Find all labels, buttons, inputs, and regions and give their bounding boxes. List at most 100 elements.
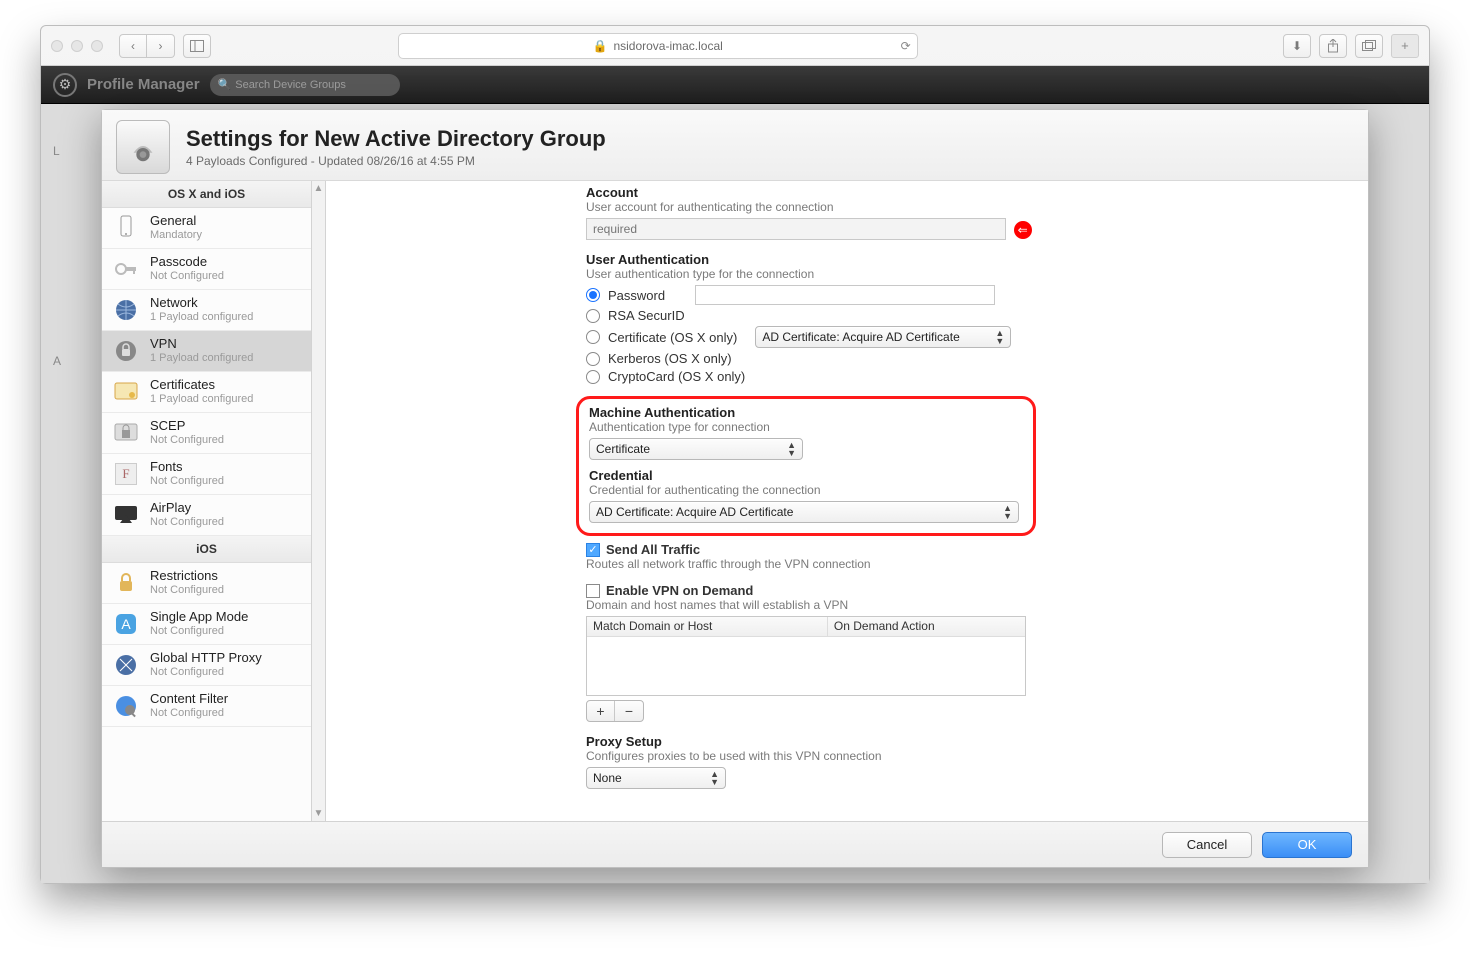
section-desc: User account for authenticating the conn… xyxy=(586,200,1344,214)
svg-text:A: A xyxy=(121,616,131,632)
remove-row-button[interactable]: − xyxy=(615,701,643,721)
sidebar-item-airplay[interactable]: AirPlayNot Configured xyxy=(102,495,311,536)
checkbox-label: Enable VPN on Demand xyxy=(606,583,753,598)
select-arrows-icon: ▲▼ xyxy=(787,441,796,457)
sidebar-item-restrictions[interactable]: RestrictionsNot Configured xyxy=(102,563,311,604)
add-row-button[interactable]: + xyxy=(587,701,615,721)
radio-icon xyxy=(586,288,600,302)
modal-body: OS X and iOS GeneralMandatory PasscodeNo… xyxy=(102,181,1368,821)
back-button[interactable]: ‹ xyxy=(119,34,147,58)
col-domain: Match Domain or Host xyxy=(587,617,828,636)
select-arrows-icon: ▲▼ xyxy=(995,329,1004,345)
credential-select[interactable]: AD Certificate: Acquire AD Certificate ▲… xyxy=(589,501,1019,523)
payload-group-osx-ios: OS X and iOS xyxy=(102,181,311,208)
payload-title: Restrictions xyxy=(150,569,224,583)
payload-status: Not Configured xyxy=(150,666,262,679)
payload-status: 1 Payload configured xyxy=(150,311,253,324)
nav-group: ‹ › xyxy=(119,34,175,58)
address-bar[interactable]: 🔒 nsidorova-imac.local ⟳ xyxy=(398,33,918,59)
proxy-select[interactable]: None ▲▼ xyxy=(586,767,726,789)
payload-status: Not Configured xyxy=(150,707,228,720)
forward-button[interactable]: › xyxy=(147,34,175,58)
checkbox-icon xyxy=(586,584,600,598)
checkbox-label: Send All Traffic xyxy=(606,542,700,557)
section-desc: Routes all network traffic through the V… xyxy=(586,557,1344,571)
section-title: Machine Authentication xyxy=(589,405,1023,420)
radio-icon xyxy=(586,330,600,344)
vpn-on-demand-checkbox-row[interactable]: Enable VPN on Demand xyxy=(586,583,1344,598)
credential-section: Credential Credential for authenticating… xyxy=(589,468,1023,523)
ok-button[interactable]: OK xyxy=(1262,832,1352,858)
payload-status: Not Configured xyxy=(150,625,248,638)
downloads-button[interactable]: ⬇ xyxy=(1283,34,1311,58)
payload-title: General xyxy=(150,214,202,228)
search-icon: 🔍 xyxy=(218,78,232,91)
share-button[interactable] xyxy=(1319,34,1347,58)
payload-status: 1 Payload configured xyxy=(150,393,253,406)
proxy-setup-section: Proxy Setup Configures proxies to be use… xyxy=(586,734,1344,789)
radio-label: CryptoCard (OS X only) xyxy=(608,369,745,384)
radio-password[interactable]: Password xyxy=(586,285,1344,305)
vpn-on-demand-section: Enable VPN on Demand Domain and host nam… xyxy=(586,583,1344,722)
machine-auth-select[interactable]: Certificate ▲▼ xyxy=(589,438,803,460)
cancel-button[interactable]: Cancel xyxy=(1162,832,1252,858)
app-logo-icon: ⚙ xyxy=(53,73,77,97)
tabs-button[interactable] xyxy=(1355,34,1383,58)
new-tab-button[interactable]: + xyxy=(1391,34,1419,58)
reload-icon[interactable]: ⟳ xyxy=(901,39,911,53)
sidebar-item-global-http-proxy[interactable]: Global HTTP ProxyNot Configured xyxy=(102,645,311,686)
sidebar-item-scep[interactable]: SCEPNot Configured xyxy=(102,413,311,454)
radio-kerberos[interactable]: Kerberos (OS X only) xyxy=(586,351,1344,366)
payload-title: Certificates xyxy=(150,378,253,392)
highlighted-machine-auth-group: Machine Authentication Authentication ty… xyxy=(576,396,1036,536)
sidebar-item-network[interactable]: Network1 Payload configured xyxy=(102,290,311,331)
fonts-icon: F xyxy=(112,460,140,488)
on-demand-table[interactable]: Match Domain or Host On Demand Action xyxy=(586,616,1026,696)
tabs-icon xyxy=(1362,40,1376,52)
radio-rsa[interactable]: RSA SecurID xyxy=(586,308,1344,323)
sidebar-toggle-button[interactable] xyxy=(183,34,211,58)
sidebar-item-passcode[interactable]: PasscodeNot Configured xyxy=(102,249,311,290)
send-all-traffic-checkbox-row[interactable]: ✓ Send All Traffic xyxy=(586,542,1344,557)
password-input[interactable] xyxy=(695,285,995,305)
safari-window: ‹ › 🔒 nsidorova-imac.local ⟳ ⬇ + ⚙ Profi… xyxy=(40,25,1430,884)
account-input[interactable] xyxy=(586,218,1006,240)
http-proxy-icon xyxy=(112,651,140,679)
radio-icon xyxy=(586,309,600,323)
search-input[interactable]: 🔍 Search Device Groups xyxy=(210,74,400,96)
sidebar-scroller[interactable]: ▲ ▼ xyxy=(312,181,326,821)
minimize-window-button[interactable] xyxy=(71,40,83,52)
vpn-icon xyxy=(112,337,140,365)
section-desc: Configures proxies to be used with this … xyxy=(586,749,1344,763)
payload-status: 1 Payload configured xyxy=(150,352,253,365)
modal-footer: Cancel OK xyxy=(102,821,1368,867)
payload-status: Mandatory xyxy=(150,229,202,242)
sidebar-item-content-filter[interactable]: Content FilterNot Configured xyxy=(102,686,311,727)
send-all-traffic-section: ✓ Send All Traffic Routes all network tr… xyxy=(586,542,1344,571)
radio-cryptocard[interactable]: CryptoCard (OS X only) xyxy=(586,369,1344,384)
section-title: User Authentication xyxy=(586,252,1344,267)
app-header: ⚙ Profile Manager 🔍 Search Device Groups xyxy=(41,66,1429,104)
section-desc: Domain and host names that will establis… xyxy=(586,598,1344,612)
zoom-window-button[interactable] xyxy=(91,40,103,52)
payload-title: Global HTTP Proxy xyxy=(150,651,262,665)
select-arrows-icon: ▲▼ xyxy=(1003,504,1012,520)
payload-title: Passcode xyxy=(150,255,224,269)
sidebar-item-certificates[interactable]: Certificates1 Payload configured xyxy=(102,372,311,413)
sidebar-item-general[interactable]: GeneralMandatory xyxy=(102,208,311,249)
sidebar-item-vpn[interactable]: VPN1 Payload configured xyxy=(102,331,311,372)
user-auth-cert-select[interactable]: AD Certificate: Acquire AD Certificate ▲… xyxy=(755,326,1011,348)
select-arrows-icon: ▲▼ xyxy=(710,770,719,786)
payload-group-ios: iOS xyxy=(102,536,311,563)
section-title: Credential xyxy=(589,468,1023,483)
sidebar-item-single-app-mode[interactable]: A Single App ModeNot Configured xyxy=(102,604,311,645)
close-window-button[interactable] xyxy=(51,40,63,52)
sidebar-item-fonts[interactable]: F FontsNot Configured xyxy=(102,454,311,495)
radio-certificate[interactable]: Certificate (OS X only) AD Certificate: … xyxy=(586,326,1344,348)
chevron-down-icon: ▼ xyxy=(314,808,324,819)
payload-title: VPN xyxy=(150,337,253,351)
certificates-icon xyxy=(112,378,140,406)
radio-label: Kerberos (OS X only) xyxy=(608,351,732,366)
payload-sidebar: OS X and iOS GeneralMandatory PasscodeNo… xyxy=(102,181,312,821)
network-icon xyxy=(112,296,140,324)
